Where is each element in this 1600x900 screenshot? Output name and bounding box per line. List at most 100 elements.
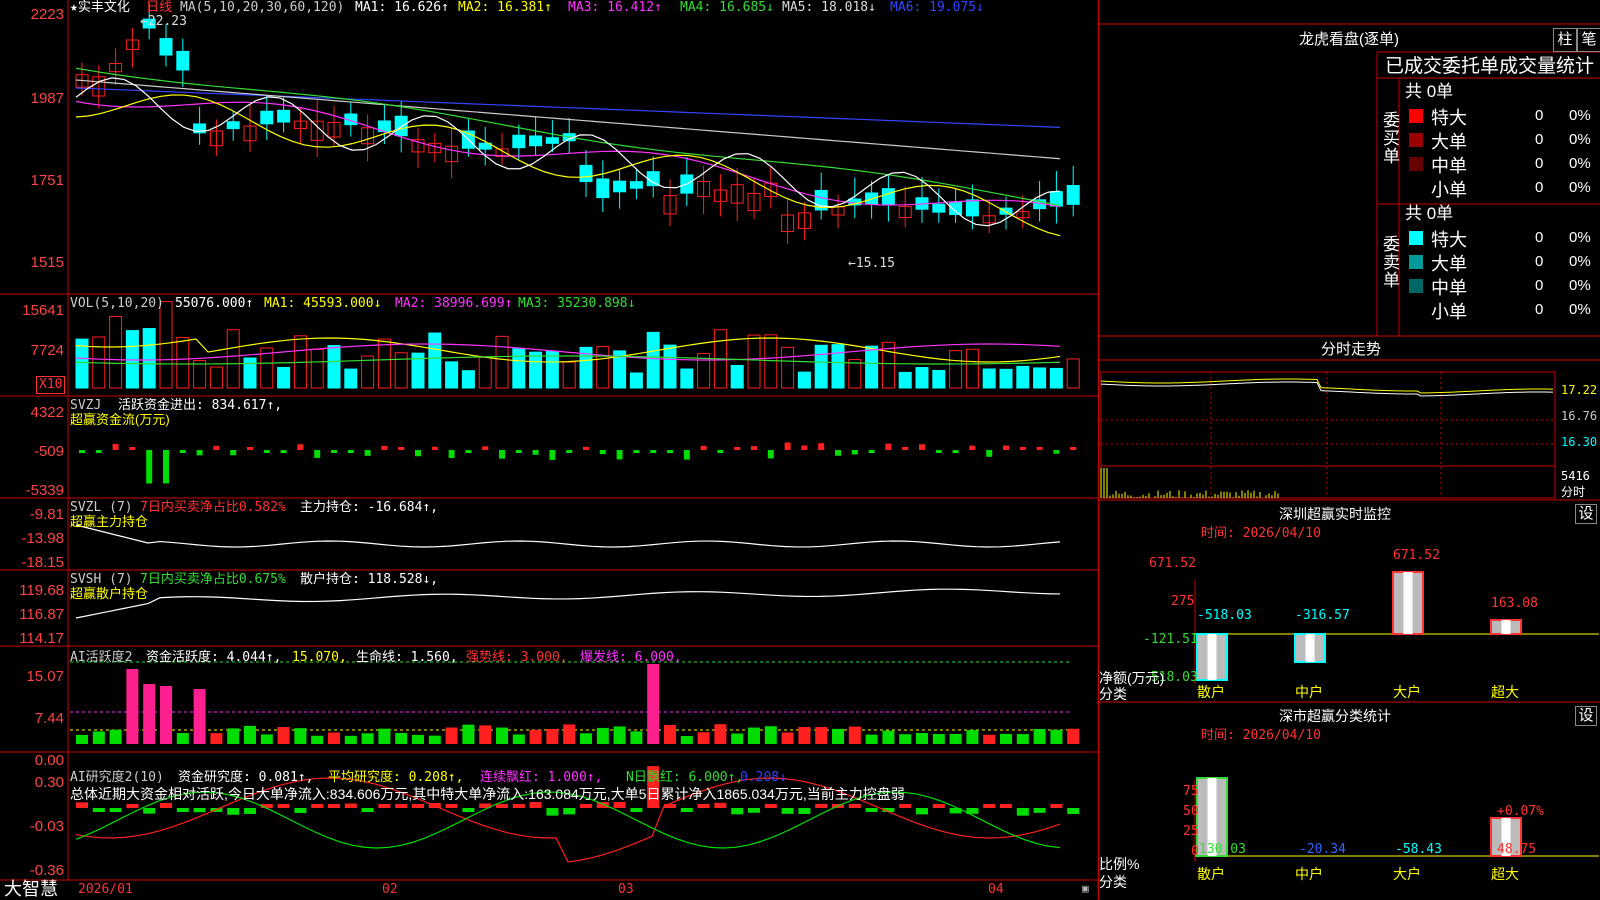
activity-bar (613, 726, 626, 744)
money-flow-bar (381, 445, 388, 450)
money-flow-bar (1036, 447, 1043, 450)
research-bar (328, 804, 340, 808)
bar-mode-button[interactable]: 柱 (1553, 28, 1577, 52)
research-bar (227, 808, 240, 815)
sz-axis-tick: 275 (1171, 594, 1195, 609)
money-flow-bar (482, 446, 489, 450)
volume-bar (512, 348, 526, 389)
volume-bar (932, 369, 946, 389)
volume-bar (495, 335, 509, 389)
money-flow-bar (969, 445, 976, 450)
candle-body (226, 121, 240, 130)
svzj-axis-tick: -5339 (25, 482, 64, 499)
ai2-label: AI研究度2(10) (70, 770, 164, 785)
activity-bar (798, 726, 811, 744)
volume-bar (646, 331, 660, 389)
ai1-label: AI活跃度2 (70, 650, 133, 665)
svzj-axis-tick: -509 (33, 443, 64, 460)
candle-body (646, 171, 660, 187)
research-bar (143, 808, 156, 814)
ss-settings-button[interactable]: 设 (1575, 706, 1597, 726)
activity-bar (378, 728, 391, 744)
date-label: 03 (618, 882, 634, 897)
activity-bar (445, 727, 458, 744)
research-bar (899, 804, 912, 808)
activity-bar (966, 730, 979, 744)
ai2-axis-tick: -0.36 (29, 862, 64, 879)
bar-value-label: 130.03 (1199, 842, 1246, 857)
money-flow-bar (398, 447, 405, 450)
money-flow-bar (247, 447, 253, 450)
volume-bar (747, 334, 761, 389)
research-bar (277, 804, 290, 808)
research-bar (92, 808, 105, 812)
activity-bar (479, 725, 492, 744)
research-bar (697, 804, 710, 808)
money-flow-bar (79, 450, 85, 453)
chart-area[interactable]: ★实丰文化 日线 MA(5,10,20,30,60,120) MA1: 16.6… (0, 0, 1098, 900)
money-flow-bar (734, 447, 741, 450)
money-flow-bar (583, 446, 589, 450)
candle-body (596, 178, 610, 199)
money-flow-bar (616, 450, 623, 460)
volume-bar (529, 351, 543, 389)
money-flow-bar (566, 450, 573, 453)
lock-icon[interactable]: ▣ (1082, 881, 1089, 897)
sell-count: 共 0单 (1405, 204, 1454, 223)
category-label: 中户 (1295, 866, 1323, 882)
price-axis-tick: 1515 (30, 254, 64, 271)
activity-bar (462, 724, 475, 744)
money-flow-bar (784, 442, 791, 450)
activity-bar (361, 733, 374, 744)
sz-bar-super-shine (1501, 620, 1511, 634)
activity-bar (210, 733, 223, 744)
stock-name: ★实丰文化 (70, 0, 130, 15)
tick-mode-button[interactable]: 笔 (1577, 28, 1600, 52)
money-flow-bar (818, 443, 825, 450)
research-bar (798, 808, 811, 815)
money-flow-bar (331, 450, 337, 453)
activity-bar (563, 724, 576, 744)
ma5-line (75, 79, 1061, 160)
money-flow-bar (263, 450, 270, 453)
candle-body (277, 109, 291, 123)
candle-body (176, 50, 190, 71)
ai2-d: N日飘红: 6.000↑, (626, 770, 744, 785)
money-flow-bar (163, 450, 169, 484)
sz-title: 深圳超赢实时监控 (1279, 506, 1391, 522)
vol-ma1: MA1: 45593.000↓ (264, 296, 382, 311)
kline-chart[interactable] (0, 0, 1098, 900)
activity-bar (596, 727, 609, 744)
color-swatch (1409, 231, 1423, 245)
color-swatch (1409, 303, 1423, 317)
svsh-ratio: 7日内买卖净占比0.675% (140, 572, 286, 587)
activity-bar (714, 724, 727, 744)
volume-bar (461, 370, 475, 389)
money-flow-bar (952, 450, 959, 453)
color-swatch (1409, 181, 1423, 195)
date-label: 02 (382, 882, 398, 897)
activity-bar (260, 734, 273, 744)
ai2-c: 连续飘红: 1.000↑, (480, 770, 603, 785)
candle-body (159, 38, 173, 56)
research-bar (680, 808, 693, 812)
ai2-summary: 总体近期大资金相对活跃,今日大单净流入:834.606万元,其中特大单净流入:1… (70, 786, 905, 802)
svsh-sub: 超赢散户持仓 (70, 586, 149, 601)
row-count: 0 (1535, 131, 1544, 148)
low-price-label: ←15.15 (848, 256, 895, 271)
money-flow-bar (549, 450, 556, 460)
row-percent: 0% (1569, 107, 1591, 124)
research-bar (109, 808, 122, 812)
volume-bar (327, 345, 341, 389)
volume-bar (982, 368, 996, 389)
color-swatch (1409, 157, 1423, 171)
row-label: 特大 (1431, 230, 1467, 250)
research-bar (1016, 808, 1029, 816)
research-bar (176, 808, 189, 812)
money-flow-bar (851, 450, 858, 455)
ma1-line (75, 77, 1061, 227)
research-bar (160, 802, 172, 808)
ss-axis-tick: 75 (1183, 784, 1199, 799)
sz-settings-button[interactable]: 设 (1575, 504, 1597, 524)
row-count: 0 (1535, 301, 1544, 318)
